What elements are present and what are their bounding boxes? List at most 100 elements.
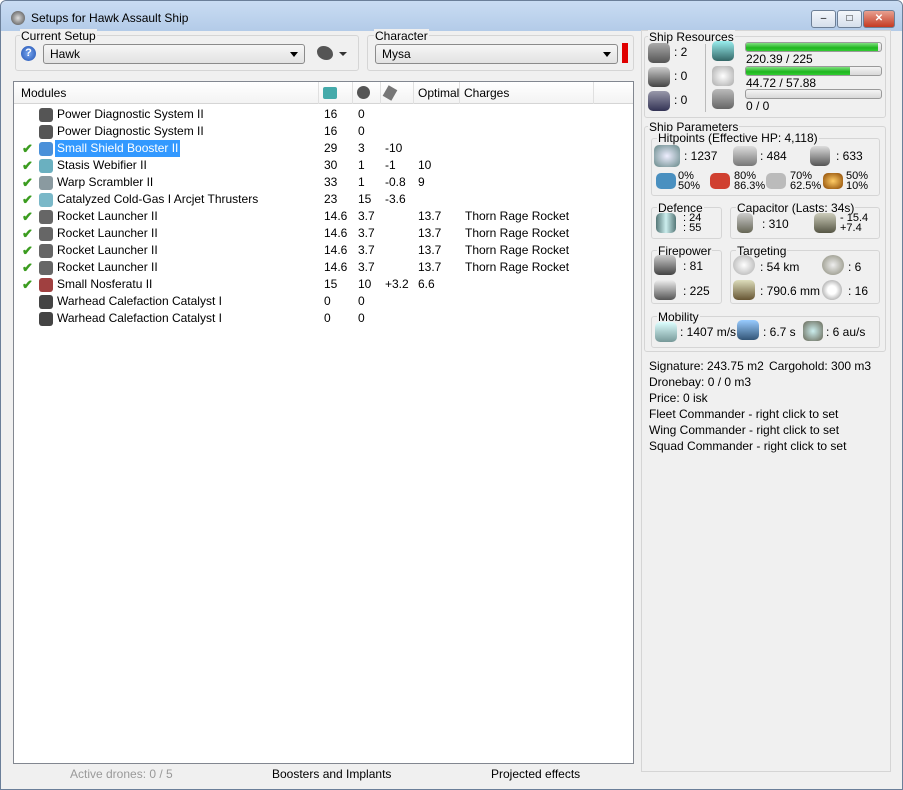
thermal-resist-icon [710, 173, 730, 189]
column-charges[interactable]: Charges [460, 82, 594, 104]
optimal-value: 9 [418, 175, 425, 189]
active-check-icon[interactable]: ✔ [22, 191, 33, 208]
module-row[interactable]: ✔ Catalyzed Cold-Gas I Arcjet Thrusters 23… [14, 191, 633, 208]
active-check-icon[interactable]: ✔ [22, 225, 33, 242]
title-bar: Setups for Hawk Assault Ship – □ ✕ [1, 1, 902, 31]
setup-value: Hawk [50, 47, 81, 61]
capacitor-value: -1 [385, 158, 396, 172]
charges-value: Thorn Rage Rocket [465, 226, 570, 240]
column-cpu[interactable] [319, 82, 353, 104]
targeting-range: : 54 km [760, 260, 800, 274]
module-name: Warhead Calefaction Catalyst I [57, 311, 222, 325]
max-targets-icon [822, 255, 844, 275]
signature: Signature: 243.75 m2 [649, 359, 764, 373]
powergrid-icon [357, 86, 370, 99]
column-optimal[interactable]: Optimal [414, 82, 460, 104]
missile-dps-icon [654, 280, 676, 300]
align-time-icon [737, 320, 759, 340]
module-row[interactable]: Power Diagnostic System II 16 0 [14, 106, 633, 123]
character-label: Character [374, 29, 429, 43]
optimal-value: 10 [418, 158, 432, 172]
kinetic-resist-icon [766, 173, 786, 189]
active-drones-tab[interactable]: Active drones: 0 / 5 [70, 767, 173, 781]
active-check-icon[interactable]: ✔ [22, 174, 33, 191]
optimal-value: 13.7 [418, 226, 442, 240]
module-row[interactable]: ✔ Rocket Launcher II 14.6 3.7 13.7 Thorn Rage… [14, 208, 633, 225]
module-name: Warhead Calefaction Catalyst I [57, 294, 222, 308]
modules-header: Modules Optimal Charges [14, 82, 633, 104]
sensor-resolution-icon [733, 280, 755, 300]
powergrid-value: 0 [358, 124, 365, 138]
close-button[interactable]: ✕ [863, 10, 895, 28]
capacitor-recharge-icon [814, 213, 836, 233]
module-icon [39, 125, 53, 139]
fleet-commander[interactable]: Fleet Commander - right click to set [649, 407, 838, 421]
powergrid-value: 1 [358, 175, 365, 189]
modules-list[interactable]: Modules Optimal Charges Power Diagnostic… [13, 81, 634, 764]
module-name: Catalyzed Cold-Gas I Arcjet Thrusters [57, 192, 259, 206]
explosive-resist: 50% 10% [846, 170, 869, 192]
capacitor-value: -3.6 [385, 192, 406, 206]
explosive-resist-icon [823, 173, 843, 189]
wing-commander[interactable]: Wing Commander - right click to set [649, 423, 839, 437]
cpu-value: 220.39 / 225 [746, 52, 813, 66]
column-capacitor[interactable] [381, 82, 414, 104]
module-row[interactable]: ✔ Stasis Webifier II 30 1 -1 10 [14, 157, 633, 174]
module-row[interactable]: ✔ Warp Scrambler II 33 1 -0.8 9 [14, 174, 633, 191]
module-row[interactable]: Warhead Calefaction Catalyst I 0 0 [14, 310, 633, 327]
cpu-value: 29 [324, 141, 338, 155]
warp-speed: : 6 au/s [826, 325, 866, 339]
optimal-value: 6.6 [418, 277, 435, 291]
active-check-icon[interactable]: ✔ [22, 208, 33, 225]
active-check-icon[interactable]: ✔ [22, 242, 33, 259]
capacitor-value: -0.8 [385, 175, 406, 189]
optimal-value: 13.7 [418, 209, 442, 223]
structure-hp: : 633 [836, 149, 863, 163]
active-check-icon[interactable]: ✔ [22, 276, 33, 293]
setup-dropdown[interactable]: Hawk [43, 44, 305, 64]
column-powergrid[interactable] [353, 82, 381, 104]
module-name: Power Diagnostic System II [57, 124, 204, 138]
module-icon [39, 193, 53, 207]
powergrid-value: 3.7 [358, 209, 375, 223]
module-name: Small Shield Booster II [55, 140, 181, 157]
rig-slot-icon [648, 91, 670, 111]
ship-menu-button[interactable] [317, 46, 333, 60]
powergrid-value: 3.7 [358, 243, 375, 257]
cpu-value: 14.6 [324, 209, 348, 223]
powergrid-value: 0 [358, 311, 365, 325]
powergrid-value: 1 [358, 158, 365, 172]
boosters-implants-tab[interactable]: Boosters and Implants [272, 767, 391, 781]
module-row[interactable]: ✔ Rocket Launcher II 14.6 3.7 13.7 Thorn Rage… [14, 259, 633, 276]
projected-effects-tab[interactable]: Projected effects [491, 767, 580, 781]
chevron-down-icon [290, 52, 298, 57]
module-row[interactable]: Power Diagnostic System II 16 0 [14, 123, 633, 140]
help-icon[interactable]: ? [21, 46, 36, 61]
squad-commander[interactable]: Squad Commander - right click to set [649, 439, 846, 453]
active-check-icon[interactable]: ✔ [22, 259, 33, 276]
optimal-value: 13.7 [418, 243, 442, 257]
module-row[interactable]: ✔ Rocket Launcher II 14.6 3.7 13.7 Thorn Rage… [14, 242, 633, 259]
active-check-icon[interactable]: ✔ [22, 140, 33, 157]
module-row[interactable]: ✔ Rocket Launcher II 14.6 3.7 13.7 Thorn Rage… [14, 225, 633, 242]
module-row[interactable]: Warhead Calefaction Catalyst I 0 0 [14, 293, 633, 310]
capacitor-icon [382, 85, 398, 101]
active-check-icon[interactable]: ✔ [22, 157, 33, 174]
module-icon [39, 312, 53, 326]
maximize-button[interactable]: □ [837, 10, 862, 28]
column-modules[interactable]: Modules [17, 82, 319, 104]
character-dropdown[interactable]: Mysa [375, 44, 618, 64]
armor-hp: : 484 [760, 149, 787, 163]
app-icon [11, 11, 25, 25]
minimize-button[interactable]: – [811, 10, 836, 28]
dronebay: Dronebay: 0 / 0 m3 [649, 375, 752, 389]
module-row[interactable]: ✔ Small Nosferatu II 15 10 +3.2 6.6 [14, 276, 633, 293]
cpu-icon [323, 87, 337, 99]
capacitor-label: Capacitor (Lasts: 34s) [736, 201, 856, 215]
module-name: Rocket Launcher II [57, 260, 158, 274]
module-row[interactable]: ✔ Small Shield Booster II 29 3 -10 [14, 140, 633, 157]
module-name: Rocket Launcher II [57, 226, 158, 240]
turret-dps-icon [654, 255, 676, 275]
powergrid-icon [712, 66, 734, 86]
warp-speed-icon [803, 321, 823, 341]
